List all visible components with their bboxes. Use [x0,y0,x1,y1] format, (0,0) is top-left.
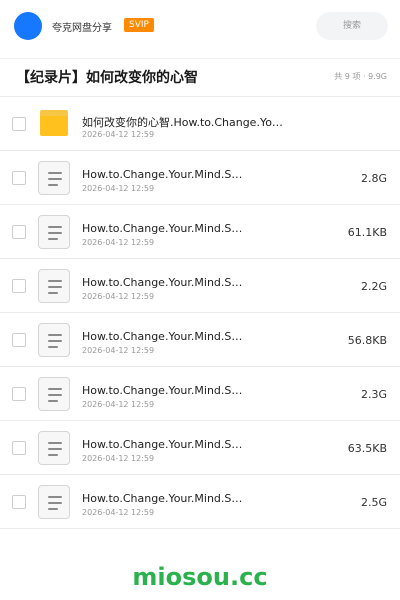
file-size: 2.2G [360,280,387,293]
document-icon [38,485,70,519]
file-name[interactable]: How.to.Change.Your.Mind.S… [82,168,242,181]
header: 夸克网盘分享 SVIP 搜索 [0,0,400,52]
document-icon [38,215,70,249]
select-checkbox[interactable] [12,279,26,293]
file-date: 2026-04-12 12:59 [82,238,155,247]
document-icon [38,377,70,411]
list-item[interactable]: How.to.Change.Your.Mind.S… 2026-04-12 12:… [0,313,400,367]
list-item[interactable]: How.to.Change.Your.Mind.S… 2026-04-12 12:… [0,151,400,205]
file-name[interactable]: How.to.Change.Your.Mind.S… [82,276,242,289]
file-date: 2026-04-12 12:59 [82,346,155,355]
select-checkbox[interactable] [12,225,26,239]
document-icon [38,161,70,195]
file-name[interactable]: How.to.Change.Your.Mind.S… [82,438,242,451]
file-list: 如何改变你的心智.How.to.Change.Yo… 2026-04-12 12:… [0,96,400,529]
file-size: 2.5G [360,496,387,509]
file-date: 2026-04-12 12:59 [82,184,155,193]
item-summary: 共 9 项 · 9.9G [334,72,387,81]
list-item[interactable]: 如何改变你的心智.How.to.Change.Yo… 2026-04-12 12:… [0,97,400,151]
page-title: 【纪录片】如何改变你的心智 [16,70,198,86]
file-size: 63.5KB [347,442,387,455]
svip-badge: SVIP [124,18,154,32]
file-name[interactable]: How.to.Change.Your.Mind.S… [82,222,242,235]
file-size: 2.3G [360,388,387,401]
document-icon [38,431,70,465]
file-name[interactable]: How.to.Change.Your.Mind.S… [82,330,242,343]
file-date: 2026-04-12 12:59 [82,292,155,301]
file-date: 2026-04-12 12:59 [82,400,155,409]
folder-icon [40,110,68,136]
file-size: 2.8G [360,172,387,185]
select-checkbox[interactable] [12,117,26,131]
list-item[interactable]: How.to.Change.Your.Mind.S… 2026-04-12 12:… [0,367,400,421]
select-checkbox[interactable] [12,495,26,509]
document-icon [38,323,70,357]
list-item[interactable]: How.to.Change.Your.Mind.S… 2026-04-12 12:… [0,421,400,475]
file-date: 2026-04-12 12:59 [82,508,155,517]
file-name[interactable]: How.to.Change.Your.Mind.S… [82,492,242,505]
file-name[interactable]: 如何改变你的心智.How.to.Change.Yo… [82,114,283,130]
list-item[interactable]: How.to.Change.Your.Mind.S… 2026-04-12 12:… [0,475,400,529]
select-checkbox[interactable] [12,441,26,455]
search-button[interactable]: 搜索 [316,12,388,40]
file-date: 2026-04-12 12:59 [82,454,155,463]
watermark: miosou.cc [132,563,268,591]
file-name[interactable]: How.to.Change.Your.Mind.S… [82,384,242,397]
select-checkbox[interactable] [12,171,26,185]
owner-name[interactable]: 夸克网盘分享 [52,19,112,34]
document-icon [38,269,70,303]
file-date: 2026-04-12 12:59 [82,130,155,139]
file-size: 61.1KB [347,226,387,239]
list-item[interactable]: How.to.Change.Your.Mind.S… 2026-04-12 12:… [0,205,400,259]
list-item[interactable]: How.to.Change.Your.Mind.S… 2026-04-12 12:… [0,259,400,313]
avatar[interactable] [14,12,42,40]
file-size: 56.8KB [347,334,387,347]
select-checkbox[interactable] [12,333,26,347]
select-checkbox[interactable] [12,387,26,401]
title-bar: 【纪录片】如何改变你的心智 共 9 项 · 9.9G [0,58,400,96]
